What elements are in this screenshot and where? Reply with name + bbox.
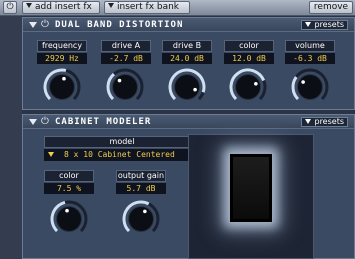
- presets-button[interactable]: presets: [301, 117, 348, 127]
- cabinet-color-knob[interactable]: [50, 200, 88, 238]
- param-drive-b: drive B 24.0 dB: [162, 40, 212, 64]
- collapse-icon[interactable]: [29, 22, 37, 28]
- knob-graphic: [291, 68, 329, 101]
- cabinet-display: [188, 134, 314, 259]
- param-value[interactable]: -2.7 dB: [101, 53, 151, 64]
- panel-title: CABINET MODELER: [55, 117, 152, 127]
- drive-a-knob[interactable]: [106, 68, 144, 106]
- insert-toolbar: ⏻ add insert fx insert fx bank remove: [0, 0, 355, 16]
- knob-graphic: [50, 200, 88, 233]
- power-icon[interactable]: ⏻: [41, 116, 49, 128]
- knob-indicator: [65, 208, 69, 213]
- dropdown-arrow-icon: [305, 22, 312, 27]
- knob-indicator: [193, 87, 197, 92]
- dropdown-arrow-icon: [26, 3, 32, 8]
- model-dropdown[interactable]: 8 x 10 Cabinet Centered: [44, 149, 200, 161]
- param-value[interactable]: -6.3 dB: [285, 53, 335, 64]
- knob-graphic: [122, 200, 160, 233]
- cabinet-modeler-panel: ⏻ CABINET MODELER presets model 8 x 10 C…: [22, 114, 355, 259]
- param-label: volume: [285, 40, 335, 52]
- knob-body: [112, 74, 138, 100]
- speaker-cabinet-image: [229, 153, 273, 223]
- param-output-gain: output gain 5.7 dB: [116, 170, 166, 194]
- remove-button[interactable]: remove: [309, 1, 353, 14]
- knob-indicator: [62, 76, 66, 81]
- knob-indicator: [301, 80, 305, 84]
- param-value[interactable]: 24.0 dB: [162, 53, 212, 64]
- dropdown-arrow-icon: [108, 3, 114, 8]
- param-label: drive A: [101, 40, 151, 52]
- power-icon: ⏻: [6, 2, 14, 12]
- insert-fx-bank-button[interactable]: insert fx bank: [104, 1, 190, 14]
- model-selector: model 8 x 10 Cabinet Centered: [44, 136, 200, 161]
- knob-body: [128, 206, 154, 232]
- param-value[interactable]: 12.0 dB: [224, 53, 274, 64]
- param-label: output gain: [116, 170, 166, 182]
- param-frequency: frequency 2929 Hz: [37, 40, 87, 64]
- frequency-knob[interactable]: [43, 68, 81, 106]
- param-value[interactable]: 5.7 dB: [116, 183, 166, 194]
- knob-graphic: [106, 68, 144, 101]
- dual-band-distortion-panel: ⏻ DUAL BAND DISTORTION presets frequency…: [22, 17, 355, 110]
- volume-knob[interactable]: [291, 68, 329, 106]
- param-color: color 12.0 dB: [224, 40, 274, 64]
- knob-graphic: [43, 68, 81, 101]
- presets-button[interactable]: presets: [301, 20, 348, 30]
- cabinet-header: ⏻ CABINET MODELER presets: [23, 115, 354, 129]
- knob-indicator: [117, 78, 122, 83]
- knob-indicator: [254, 81, 258, 86]
- param-drive-a: drive A -2.7 dB: [101, 40, 151, 64]
- dropdown-arrow-icon: [305, 119, 312, 124]
- model-label: model: [44, 136, 200, 148]
- dropdown-arrow-icon: [48, 152, 54, 157]
- knob-graphic: [229, 68, 267, 101]
- knob-body: [174, 74, 200, 100]
- param-cabinet-color: color 7.5 %: [44, 170, 94, 194]
- param-label: color: [224, 40, 274, 52]
- param-label: drive B: [162, 40, 212, 52]
- collapse-icon[interactable]: [29, 119, 37, 125]
- knob-body: [49, 74, 75, 100]
- param-label: color: [44, 170, 94, 182]
- color-knob[interactable]: [229, 68, 267, 106]
- insert-power-button[interactable]: ⏻: [3, 1, 17, 14]
- knob-graphic: [168, 68, 206, 101]
- power-icon[interactable]: ⏻: [41, 19, 49, 31]
- knob-body: [235, 74, 261, 100]
- knob-body: [56, 206, 82, 232]
- knob-indicator: [143, 209, 147, 214]
- param-value[interactable]: 2929 Hz: [37, 53, 87, 64]
- panel-title: DUAL BAND DISTORTION: [55, 20, 184, 30]
- param-label: frequency: [37, 40, 87, 52]
- output-gain-knob[interactable]: [122, 200, 160, 238]
- param-value[interactable]: 7.5 %: [44, 183, 94, 194]
- drive-b-knob[interactable]: [168, 68, 206, 106]
- rack-left-strip: [0, 16, 22, 259]
- param-volume: volume -6.3 dB: [285, 40, 335, 64]
- knob-body: [297, 74, 323, 100]
- add-insert-fx-button[interactable]: add insert fx: [22, 1, 100, 14]
- distortion-header: ⏻ DUAL BAND DISTORTION presets: [23, 18, 354, 32]
